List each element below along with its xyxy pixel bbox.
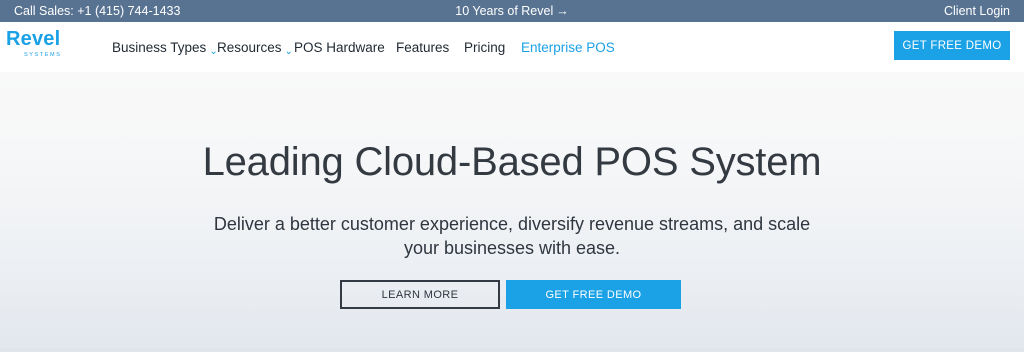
chevron-down-icon: ⌄ [284, 46, 293, 57]
nav-item-features[interactable]: Features [396, 40, 449, 55]
hero-section: Leading Cloud-Based POS System Deliver a… [0, 72, 1024, 352]
revel-logo[interactable]: Revel SYSTEMS [6, 28, 76, 64]
section-divider [0, 348, 1024, 352]
client-login-link[interactable]: Client Login [944, 4, 1010, 18]
nav-item-enterprise-pos[interactable]: Enterprise POS [521, 40, 615, 55]
nav-item-pricing[interactable]: Pricing [464, 40, 505, 55]
nav-item-label: Business Types [112, 40, 207, 55]
anniversary-link[interactable]: 10 Years of Revel → [0, 4, 1024, 18]
logo-subtext: SYSTEMS [24, 52, 62, 58]
hero-title: Leading Cloud-Based POS System [202, 140, 822, 184]
main-navigation: Revel SYSTEMS Business Types ⌄ Resources ⌄… [0, 22, 1024, 72]
anniversary-text[interactable]: 10 Years of Revel [455, 4, 553, 18]
get-free-demo-button[interactable]: GET FREE DEMO [894, 31, 1010, 60]
arrow-right-icon: → [556, 4, 569, 18]
hero-subtitle: Deliver a better customer experience, di… [213, 214, 811, 258]
nav-item-business-types[interactable]: Business Types ⌄ [112, 40, 218, 57]
hero-get-free-demo-button[interactable]: GET FREE DEMO [506, 280, 681, 309]
nav-item-label: Resources [217, 40, 282, 55]
top-bar: Call Sales: +1 (415) 744-1433 10 Years o… [0, 0, 1024, 22]
logo-wordmark: Revel [6, 28, 61, 50]
learn-more-button[interactable]: LEARN MORE [340, 280, 500, 309]
nav-item-resources[interactable]: Resources ⌄ [217, 40, 293, 57]
nav-item-pos-hardware[interactable]: POS Hardware [294, 40, 385, 55]
